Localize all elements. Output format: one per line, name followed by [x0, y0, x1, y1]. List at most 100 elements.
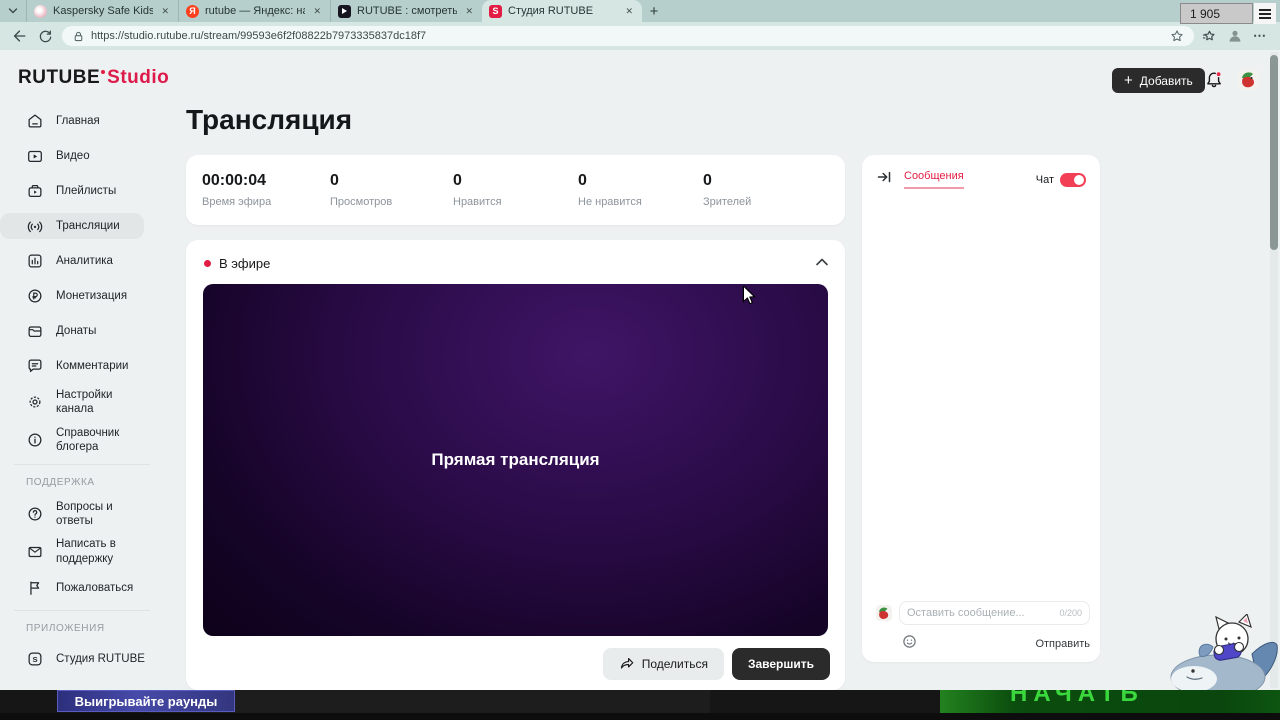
browser-menu-button[interactable]: ⋯	[1253, 28, 1266, 44]
stat-label: Просмотров	[330, 196, 393, 208]
sidebar-item-video[interactable]: Видео	[0, 143, 164, 169]
tab-close-icon[interactable]: ✕	[311, 4, 323, 19]
sidebar-item-home[interactable]: Главная	[0, 108, 164, 134]
sidebar-item-channel-settings[interactable]: Настройки канала	[0, 388, 164, 417]
bell-icon	[1207, 71, 1222, 88]
sidebar-item-comments[interactable]: Комментарии	[0, 353, 164, 379]
stat-label: Нравится	[453, 196, 502, 208]
logo-rutube: RUTUBE	[18, 67, 101, 88]
stream-stats-card: 00:00:04 Время эфира 0 Просмотров 0 Нрав…	[186, 155, 845, 225]
tab-title: RUTUBE : смотреть видео онла...	[357, 5, 458, 17]
tab-messages[interactable]: Сообщения	[904, 170, 964, 189]
sidebar-item-label: Главная	[56, 114, 100, 127]
sidebar-item-monetization[interactable]: Монетизация	[0, 283, 164, 309]
back-button[interactable]	[10, 27, 28, 45]
tab-yandex-search[interactable]: Я rutube — Яндекс: нашлось 15 т... ✕	[178, 0, 330, 22]
extensions-icon[interactable]	[1202, 29, 1217, 44]
mail-icon	[28, 546, 42, 557]
chat-message-input-box: 0/200	[899, 601, 1090, 625]
sidebar-item-label: Видео	[56, 149, 90, 162]
new-tab-button[interactable]: +	[642, 0, 666, 22]
stat-likes: 0 Нравится	[453, 172, 578, 208]
sidebar-item-label: Плейлисты	[56, 184, 117, 197]
question-circle-icon	[28, 507, 42, 521]
send-message-button[interactable]: Отправить	[1035, 638, 1090, 650]
back-arrow-icon	[13, 30, 26, 42]
chrome-icons: ⋯	[1202, 28, 1270, 44]
gear-icon	[29, 396, 41, 408]
chat-input-area: 0/200 Отправить	[862, 601, 1100, 654]
tab-close-icon[interactable]: ✕	[623, 4, 635, 19]
sidebar-item-label: Пожаловаться	[56, 581, 134, 594]
reload-button[interactable]	[36, 27, 54, 45]
comment-icon	[28, 359, 42, 373]
emoji-button[interactable]	[902, 634, 917, 654]
broadcasts-icon	[27, 221, 43, 233]
chat-toggle-switch[interactable]	[1060, 172, 1086, 187]
sidebar-item-analytics[interactable]: Аналитика	[0, 248, 164, 274]
home-icon	[28, 114, 42, 128]
collapse-panel-button[interactable]	[815, 254, 829, 272]
sidebar-item-studio-app[interactable]: S Студия RUTUBE	[0, 646, 164, 672]
sidebar-item-broadcasts-active[interactable]: Трансляции	[0, 213, 144, 239]
profile-icon[interactable]	[1227, 28, 1243, 44]
overlay-counter: 1 905	[1180, 3, 1253, 24]
chat-actions-row: Отправить	[876, 634, 1090, 654]
sidebar-item-label: Комментарии	[56, 359, 129, 372]
stat-value: 00:00:04	[202, 172, 267, 189]
flag-icon	[30, 581, 40, 595]
chat-message-input[interactable]	[907, 607, 1056, 619]
sidebar-item-donates[interactable]: Донаты	[0, 318, 164, 344]
finish-stream-button[interactable]: Завершить	[731, 648, 830, 680]
tab-close-icon[interactable]: ✕	[159, 4, 171, 19]
sidebar-item-label: Донаты	[56, 324, 97, 337]
smiley-icon	[903, 635, 916, 648]
tab-rutube-watch[interactable]: RUTUBE : смотреть видео онла... ✕	[330, 0, 482, 22]
stat-label: Не нравится	[578, 196, 642, 208]
tab-search-button[interactable]	[0, 0, 26, 22]
lock-icon	[74, 31, 83, 41]
rutube-favicon	[338, 4, 351, 18]
profile-avatar[interactable]	[1238, 69, 1259, 90]
wallet-icon	[28, 326, 42, 338]
overlay-menu-button[interactable]	[1254, 3, 1276, 24]
sidebar-item-label: Аналитика	[56, 254, 113, 267]
collapse-chat-button[interactable]	[876, 169, 892, 190]
stat-value: 0	[330, 172, 339, 189]
sidebar-section-support: ПОДДЕРЖКА	[26, 476, 95, 488]
share-button[interactable]: Поделиться	[602, 648, 724, 680]
bongo-cat-image	[1170, 612, 1278, 700]
sidebar-item-blogger-guide[interactable]: Справочник блогера	[0, 426, 164, 455]
sidebar-item-write-support[interactable]: Написать в поддержку	[0, 537, 164, 566]
sidebar-item-faq[interactable]: Вопросы и ответы	[0, 500, 164, 529]
studio-favicon: S	[489, 4, 502, 18]
sidebar-item-label: Справочник блогера	[56, 426, 120, 454]
playlists-icon	[28, 184, 42, 198]
tab-kaspersky[interactable]: Kaspersky Safe Kids ✕	[26, 0, 178, 22]
mouse-cursor	[742, 284, 756, 311]
bookmark-star-icon[interactable]	[1170, 29, 1184, 43]
sidebar-item-playlists[interactable]: Плейлисты	[0, 178, 164, 204]
chevron-down-icon	[8, 8, 18, 14]
live-card-header: В эфире	[186, 240, 845, 284]
kaspersky-favicon	[34, 4, 47, 18]
tab-bar: Kaspersky Safe Kids ✕ Я rutube — Яндекс:…	[0, 0, 1280, 22]
sidebar-item-report[interactable]: Пожаловаться	[0, 575, 164, 601]
address-bar[interactable]: https://studio.rutube.ru/stream/99593e6f…	[62, 26, 1194, 46]
share-button-label: Поделиться	[641, 657, 708, 671]
chat-panel-header: Сообщения Чат	[862, 155, 1100, 200]
tab-close-icon[interactable]: ✕	[463, 4, 475, 19]
scrollbar-thumb[interactable]	[1270, 55, 1278, 250]
stat-dislikes: 0 Не нравится	[578, 172, 703, 208]
sidebar-divider	[14, 610, 150, 611]
add-button[interactable]: + Добавить	[1112, 68, 1205, 93]
notifications-button[interactable]	[1204, 70, 1224, 90]
share-arrow-icon	[620, 658, 634, 669]
char-counter: 0/200	[1059, 608, 1082, 618]
sidebar-item-label: Настройки канала	[56, 389, 113, 416]
page-scrollbar[interactable]	[1270, 52, 1278, 688]
stat-value: 0	[578, 172, 587, 189]
game-banner-text: Выигрывайте раунды	[74, 693, 218, 709]
sidebar-divider	[14, 463, 150, 465]
tab-rutube-studio-active[interactable]: S Студия RUTUBE ✕	[482, 0, 642, 22]
